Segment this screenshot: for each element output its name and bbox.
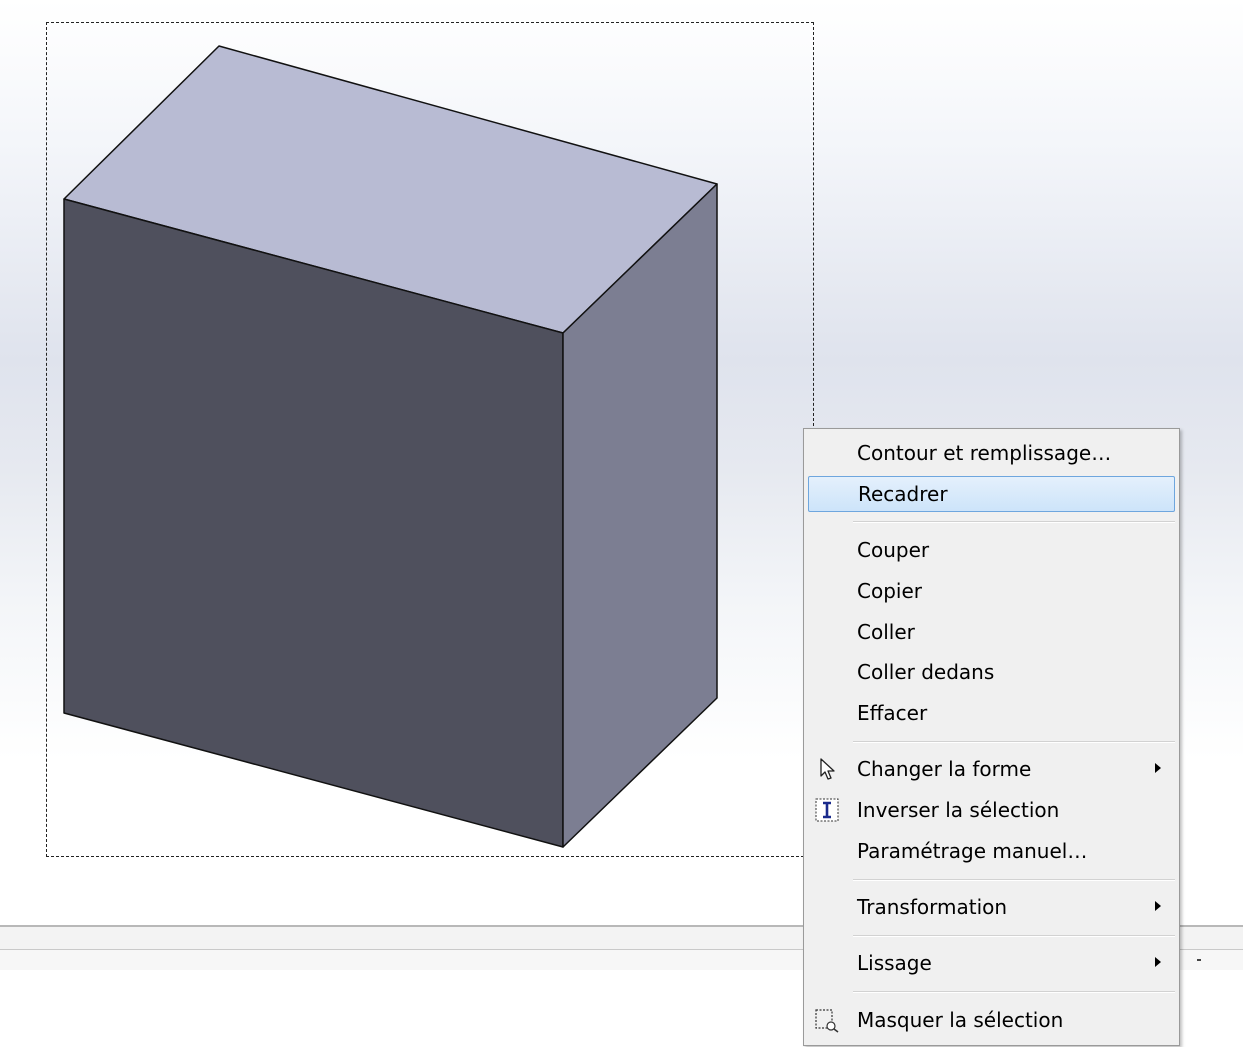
menu-item-contour-remplissage[interactable]: Contour et remplissage…: [808, 435, 1175, 471]
context-menu[interactable]: Contour et remplissage… Recadrer Couper …: [803, 428, 1180, 1046]
menu-item-label: Recadrer: [858, 482, 948, 506]
menu-item-masquer-selection[interactable]: Masquer la sélection: [808, 1002, 1175, 1038]
menu-item-label: Inverser la sélection: [857, 798, 1060, 822]
menu-separator: [853, 879, 1175, 881]
menu-item-recadrer[interactable]: Recadrer: [808, 476, 1175, 512]
submenu-arrow-icon: [1155, 763, 1161, 773]
menu-item-label: Copier: [857, 579, 922, 603]
hide-selection-icon: [815, 1009, 839, 1033]
submenu-arrow-icon: [1155, 901, 1161, 911]
menu-item-label: Contour et remplissage…: [857, 441, 1112, 465]
menu-item-label: Effacer: [857, 701, 928, 725]
menu-item-effacer[interactable]: Effacer: [808, 695, 1175, 731]
menu-item-lissage[interactable]: Lissage: [808, 945, 1175, 981]
menu-item-copier[interactable]: Copier: [808, 573, 1175, 609]
menu-item-label: Changer la forme: [857, 757, 1032, 781]
menu-item-couper[interactable]: Couper: [808, 532, 1175, 568]
menu-item-inverser-selection[interactable]: Inverser la sélection: [808, 792, 1175, 828]
text-cursor-icon: [815, 798, 839, 822]
menu-item-label: Paramétrage manuel…: [857, 839, 1088, 863]
submenu-arrow-icon: [1155, 957, 1161, 967]
menu-item-label: Transformation: [857, 895, 1008, 919]
menu-item-coller-dedans[interactable]: Coller dedans: [808, 654, 1175, 690]
menu-item-label: Coller dedans: [857, 660, 995, 684]
strip-marker: [1197, 959, 1201, 961]
menu-item-label: Lissage: [857, 951, 932, 975]
menu-separator: [853, 935, 1175, 937]
menu-item-label: Masquer la sélection: [857, 1008, 1064, 1032]
menu-separator: [853, 991, 1175, 993]
menu-separator: [853, 521, 1175, 523]
menu-item-coller[interactable]: Coller: [808, 614, 1175, 650]
menu-separator: [853, 741, 1175, 743]
menu-item-parametrage-manuel[interactable]: Paramétrage manuel…: [808, 833, 1175, 869]
menu-item-changer-forme[interactable]: Changer la forme: [808, 751, 1175, 787]
selection-frame[interactable]: [46, 22, 814, 857]
menu-item-label: Couper: [857, 538, 930, 562]
menu-item-label: Coller: [857, 620, 915, 644]
pointer-arrow-icon: [820, 758, 835, 780]
menu-item-transformation[interactable]: Transformation: [808, 889, 1175, 925]
